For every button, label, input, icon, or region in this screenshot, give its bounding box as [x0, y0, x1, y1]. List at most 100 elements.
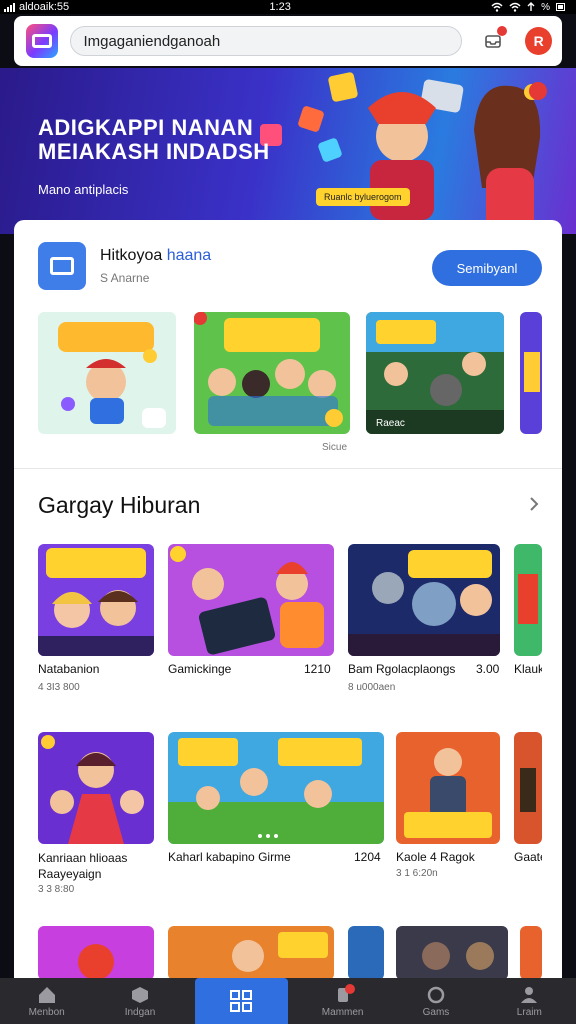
game-card-7-art	[396, 732, 500, 844]
game-card-7[interactable]	[396, 732, 500, 844]
controller-icon	[427, 986, 445, 1003]
signal-icon	[4, 2, 15, 12]
apps-icon	[230, 990, 253, 1012]
status-right: %	[491, 2, 566, 13]
nav-item-apps[interactable]	[194, 978, 288, 1024]
game-card-8-art	[514, 732, 542, 844]
notification-badge	[497, 26, 508, 36]
status-left: aldoaik:55	[4, 1, 69, 13]
game-meta-7: 3 1 6:20n	[396, 868, 438, 879]
main-panel: Hitkoyoa haana S Anarne Semibyanl Sicue …	[14, 220, 562, 1020]
game-meta-5: 3 3 8:80	[38, 884, 75, 895]
nav-badge	[344, 984, 355, 994]
battery-icon	[555, 3, 565, 11]
app-logo-icon[interactable]	[26, 24, 59, 58]
game-card-10[interactable]	[168, 926, 334, 980]
screenshot-3-art	[366, 312, 504, 434]
hero-subtitle: Mano antiplacis	[38, 182, 129, 197]
game-card-13-art	[520, 926, 542, 980]
game-card-2[interactable]	[168, 544, 334, 656]
game-name-1: Natabanion	[38, 662, 100, 676]
signal-arrow-icon	[527, 2, 535, 11]
game-card-5[interactable]	[38, 732, 154, 844]
featured-app-name-accent: haana	[166, 247, 212, 264]
game-card-3-art	[348, 544, 500, 656]
nav-label-box: Indgan	[124, 1006, 156, 1018]
nav-item-home[interactable]: Menbon	[0, 978, 93, 1024]
nav-item-gamepad[interactable]: Mammen	[296, 978, 389, 1024]
person-icon	[521, 986, 538, 1003]
game-card-6-art	[168, 732, 384, 844]
featured-app-meta: S Anarne	[100, 271, 150, 285]
game-name-2: Gamickinge	[168, 662, 232, 676]
nav-item-box[interactable]: Indgan	[93, 978, 186, 1024]
nav-label-home: Menbon	[28, 1006, 65, 1018]
game-card-5-art	[38, 732, 154, 844]
top-bar: R	[14, 16, 562, 66]
carrier-label: aldoaik:55	[19, 1, 70, 13]
game-name-8: Gaate	[514, 850, 542, 864]
screenshot-1[interactable]	[38, 312, 176, 434]
screenshot-2[interactable]	[194, 312, 350, 434]
search-bar[interactable]	[70, 26, 463, 56]
game-card-3[interactable]	[348, 544, 500, 656]
game-card-13[interactable]	[520, 926, 542, 980]
nav-label-gamepad: Mammen	[321, 1006, 364, 1018]
nav-item-profile[interactable]: Lraim	[483, 978, 576, 1024]
game-card-11[interactable]	[348, 926, 384, 980]
game-name-7: Kaole 4 Ragok	[396, 850, 475, 864]
hero-chip[interactable]: Ruanlc byluerogom	[316, 188, 410, 206]
section-title: Gargay Hiburan	[38, 492, 201, 518]
featured-app-icon	[38, 242, 86, 290]
game-value-6: 1204	[354, 850, 381, 864]
avatar[interactable]: R	[525, 27, 552, 55]
game-card-12-art	[396, 926, 508, 980]
hero-title: ADIGKAPPI NANAN MEIAKASH INDADSH	[38, 115, 270, 164]
nav-label-profile: Lraim	[516, 1006, 542, 1018]
bottom-nav: Menbon Indgan Mammen Gams Lraim	[0, 978, 576, 1024]
game-card-10-art	[168, 926, 334, 980]
game-card-8[interactable]	[514, 732, 542, 844]
screenshot-4-art	[520, 312, 542, 434]
game-card-2-art	[168, 544, 334, 656]
status-time: 1:23	[269, 1, 291, 13]
game-name-3: Bam Rgolacplaongs	[348, 662, 456, 676]
game-card-1-art	[38, 544, 154, 656]
game-name-6: Kaharl kabapino Girme	[168, 850, 291, 864]
game-card-4-art	[514, 544, 542, 656]
game-value-2: 1210	[304, 662, 331, 676]
featured-app-button[interactable]: Semibyanl	[432, 250, 542, 286]
hero-banner[interactable]: ADIGKAPPI NANAN MEIAKASH INDADSH Mano an…	[0, 68, 576, 234]
battery-label: %	[541, 1, 550, 13]
game-meta-1: 4 3I3 800	[38, 682, 80, 693]
featured-app-name: Hitkoyoa haana	[100, 247, 211, 265]
screenshot-label-3: Raeac	[376, 418, 405, 429]
screenshot-3[interactable]	[366, 312, 504, 434]
featured-app-name-prefix: Hitkoyoa	[100, 247, 167, 264]
screenshot-2-art	[194, 312, 350, 434]
notification-button[interactable]	[480, 26, 508, 54]
game-card-9[interactable]	[38, 926, 154, 980]
hero-badge	[529, 82, 547, 100]
game-card-12[interactable]	[396, 926, 508, 980]
game-card-11-art	[348, 926, 384, 980]
featured-app-header[interactable]: Hitkoyoa haana S Anarne	[38, 242, 211, 290]
game-meta-3: 8 u000aen	[348, 682, 396, 693]
screenshot-4[interactable]	[520, 312, 542, 434]
home-icon	[38, 986, 55, 1003]
nav-item-controller[interactable]: Gams	[389, 978, 482, 1024]
game-card-6[interactable]	[168, 732, 384, 844]
search-input[interactable]	[83, 32, 450, 50]
box-icon	[131, 986, 148, 1003]
screenshot-1-art	[38, 312, 176, 434]
wifi-icon	[491, 2, 503, 12]
chevron-right-icon[interactable]	[526, 496, 542, 512]
featured-app-text: Hitkoyoa haana S Anarne	[100, 247, 211, 285]
game-card-4[interactable]	[514, 544, 542, 656]
game-card-1[interactable]	[38, 544, 154, 656]
game-card-9-art	[38, 926, 154, 980]
wifi-icon-2	[509, 2, 521, 12]
section-divider	[14, 468, 562, 469]
game-value-3: 3.00	[476, 662, 500, 676]
screenshot-label-2: Sicue	[322, 442, 348, 453]
